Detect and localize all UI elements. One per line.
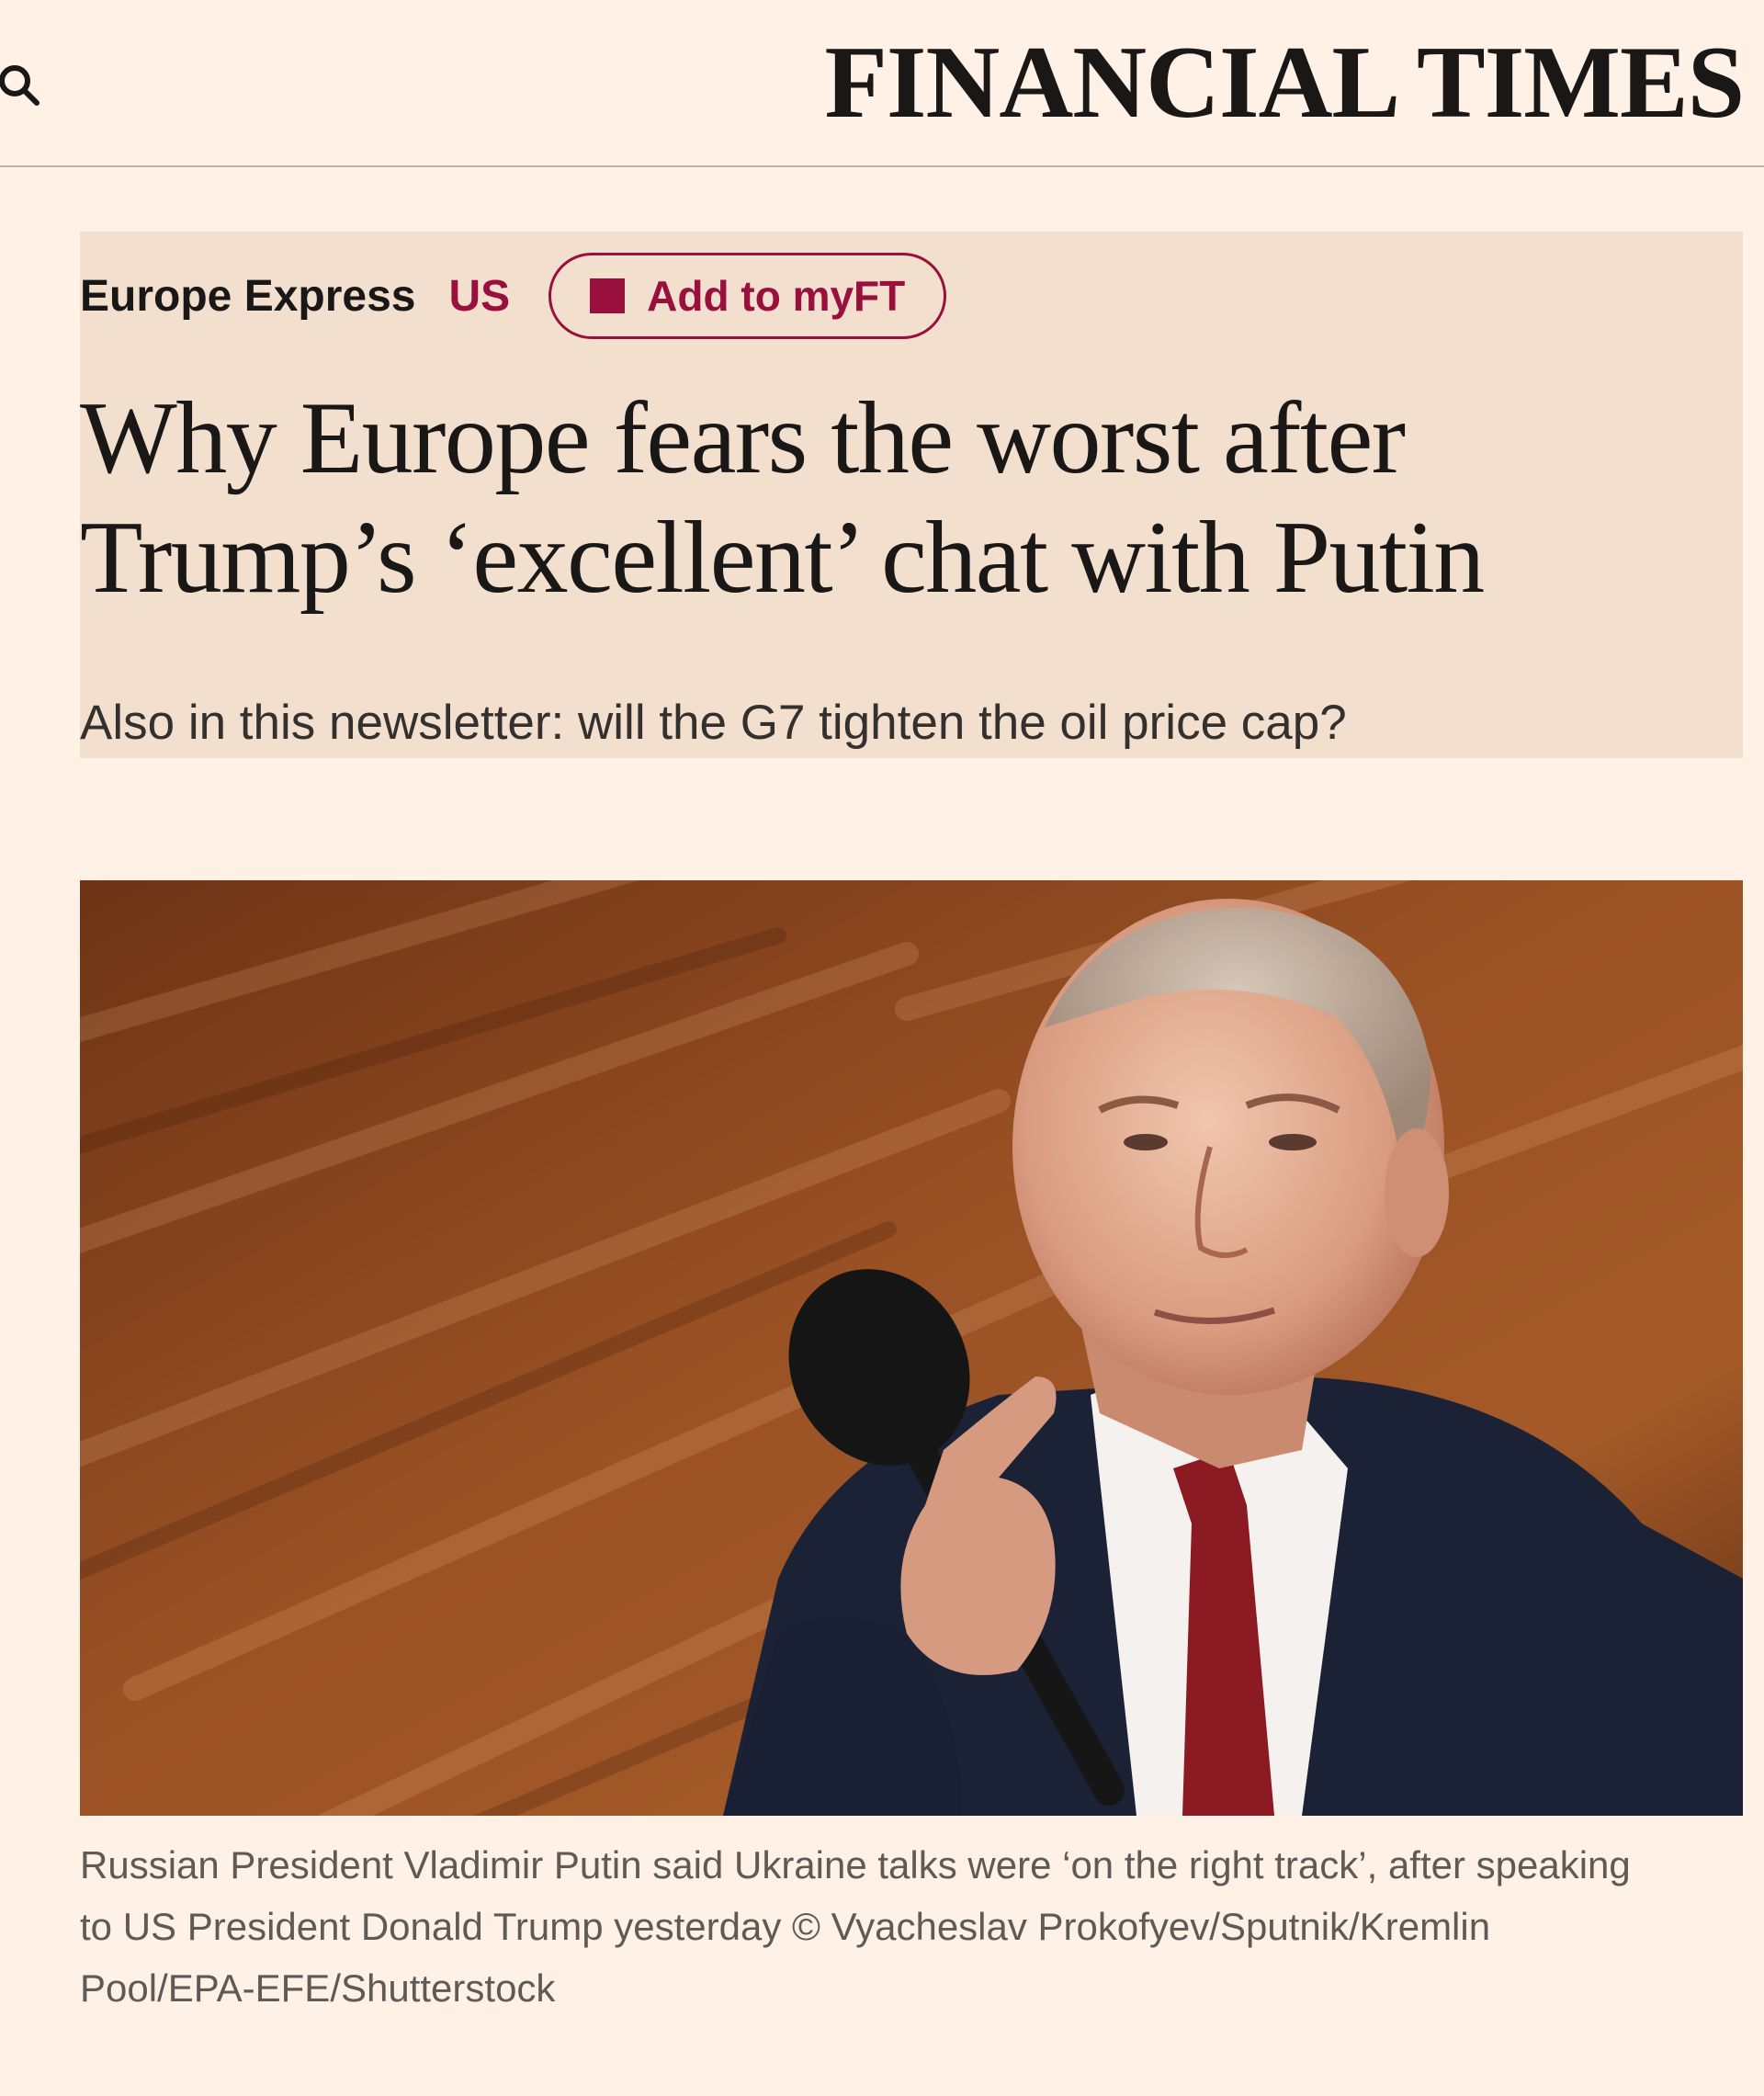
article-standfirst: Also in this newsletter: will the G7 tig… <box>80 696 1347 750</box>
site-header: FINANCIAL TIMES <box>0 0 1764 167</box>
article-header: Europe Express US Add to myFT Why Europe… <box>80 232 1743 758</box>
putin-photo-illustration <box>80 880 1743 1816</box>
topic-row: Europe Express US Add to myFT <box>80 250 947 342</box>
add-to-myft-button[interactable]: Add to myFT <box>548 253 947 339</box>
ft-masthead-logo[interactable]: FINANCIAL TIMES <box>825 28 1745 138</box>
image-caption: Russian President Vladimir Putin said Uk… <box>80 1843 1631 2010</box>
article-main-image <box>80 880 1743 1816</box>
search-button[interactable] <box>0 55 46 114</box>
topic-link-us[interactable]: US <box>448 271 510 322</box>
search-icon <box>0 65 40 106</box>
topic-link-europe-express[interactable]: Europe Express <box>80 271 415 322</box>
add-to-myft-label: Add to myFT <box>647 272 906 320</box>
article-headline: Why Europe fears the worst after Trump’s… <box>80 381 1485 615</box>
myft-square-icon <box>590 278 626 313</box>
